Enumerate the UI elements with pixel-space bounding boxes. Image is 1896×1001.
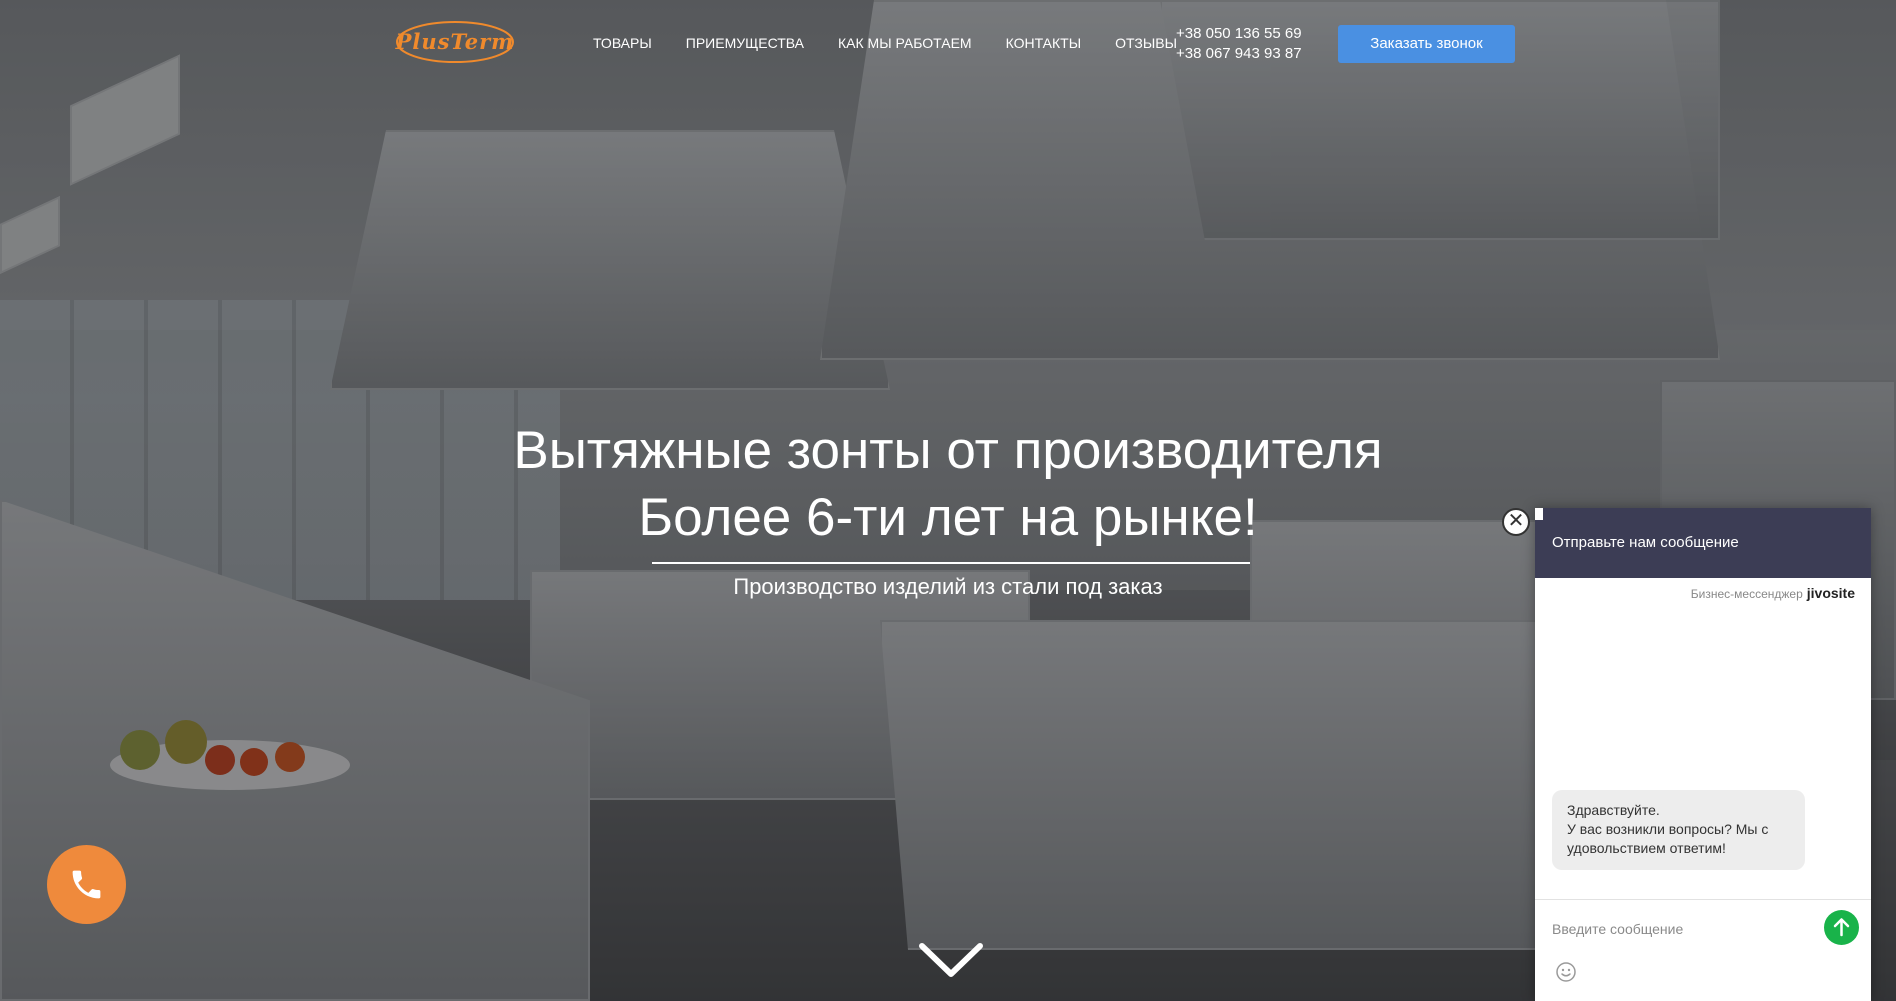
chat-message-line: У вас возникли вопросы? Мы с удовольстви… [1567,821,1769,856]
nav-item-contacts[interactable]: КОНТАКТЫ [1006,35,1082,51]
close-icon[interactable]: ✕ [1502,508,1530,536]
order-call-button[interactable]: Заказать звонок [1338,25,1515,63]
hero-divider [652,562,1250,564]
logo-text: PlusTerm [395,29,515,54]
chevron-down-icon[interactable] [918,940,984,980]
chat-brand-name: jivosite [1806,585,1855,601]
call-bubble-button[interactable] [47,845,126,924]
nav-item-products[interactable]: ТОВАРЫ [593,35,652,51]
logo[interactable]: PlusTerm [394,17,516,67]
phone-number[interactable]: +38 067 943 93 87 [1176,44,1302,64]
nav-item-how-we-work[interactable]: КАК МЫ РАБОТАЕМ [838,35,972,51]
nav-item-advantages[interactable]: ПРИЕМУЩЕСТВА [686,35,804,51]
hero-title: Вытяжные зонты от производителя [513,421,1383,480]
phone-icon [72,870,101,899]
chat-header-title: Отправьте нам сообщение [1552,534,1739,551]
arrow-up-icon [1833,918,1850,937]
chat-message-input[interactable] [1552,918,1812,940]
nav-item-reviews[interactable]: ОТЗЫВЫ [1115,35,1177,51]
chat-divider [1535,899,1871,900]
main-nav: ТОВАРЫ ПРИЕМУЩЕСТВА КАК МЫ РАБОТАЕМ КОНТ… [593,35,1211,51]
phone-numbers: +38 050 136 55 69 +38 067 943 93 87 [1176,24,1302,64]
phone-number[interactable]: +38 050 136 55 69 [1176,24,1302,44]
smiley-icon[interactable] [1555,961,1577,983]
site-header: PlusTerm ТОВАРЫ ПРИЕМУЩЕСТВА КАК МЫ РАБО… [0,0,1896,90]
chat-brand[interactable]: Бизнес-мессенджер jivosite [1691,585,1855,601]
chat-widget: Отправьте нам сообщение Бизнес-мессендже… [1535,508,1871,1001]
send-button[interactable] [1824,910,1859,945]
chat-header: Отправьте нам сообщение [1535,508,1871,578]
chat-greeting-message: Здравствуйте. У вас возникли вопросы? Мы… [1552,790,1805,870]
chat-brand-prefix: Бизнес-мессенджер [1690,587,1803,601]
chat-message-line: Здравствуйте. [1567,802,1660,818]
